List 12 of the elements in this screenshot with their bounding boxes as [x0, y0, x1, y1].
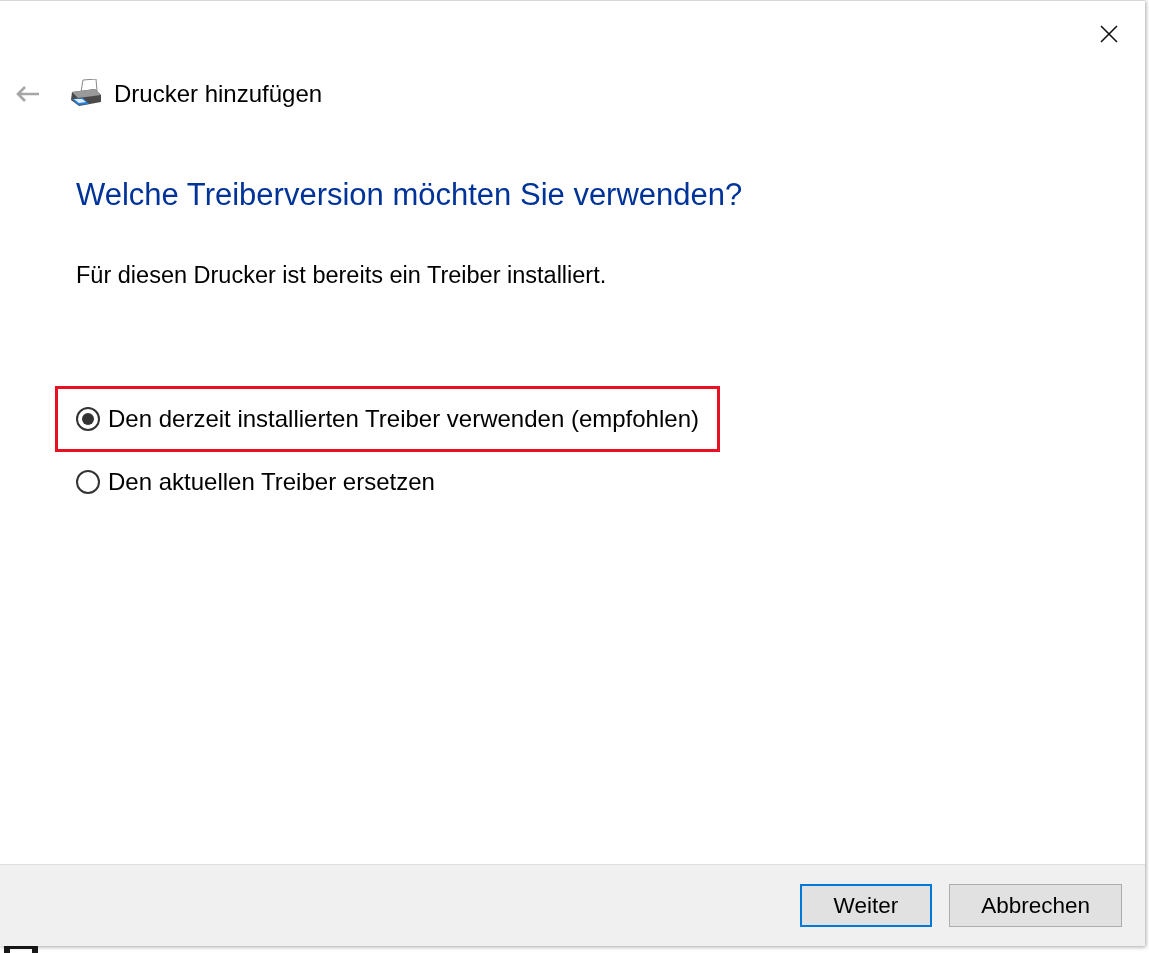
- next-button[interactable]: Weiter: [799, 884, 933, 927]
- radio-button[interactable]: [76, 407, 100, 431]
- dialog-title: Drucker hinzufügen: [114, 78, 323, 109]
- option-label[interactable]: Den derzeit installierten Treiber verwenden (empfohlen): [108, 405, 699, 433]
- app-icon[interactable]: [4, 946, 38, 953]
- option-label[interactable]: Den aktuellen Treiber ersetzen: [108, 468, 435, 496]
- description-text: Für diesen Drucker ist bereits ein Treiber installiert.: [76, 261, 607, 289]
- page-heading: Welche Treiberversion möchten Sie verwenden?: [76, 176, 743, 214]
- printer-icon: [70, 78, 102, 109]
- radio-button[interactable]: [76, 470, 100, 494]
- cancel-button[interactable]: Abbrechen: [949, 884, 1122, 927]
- close-icon[interactable]: [1100, 25, 1118, 43]
